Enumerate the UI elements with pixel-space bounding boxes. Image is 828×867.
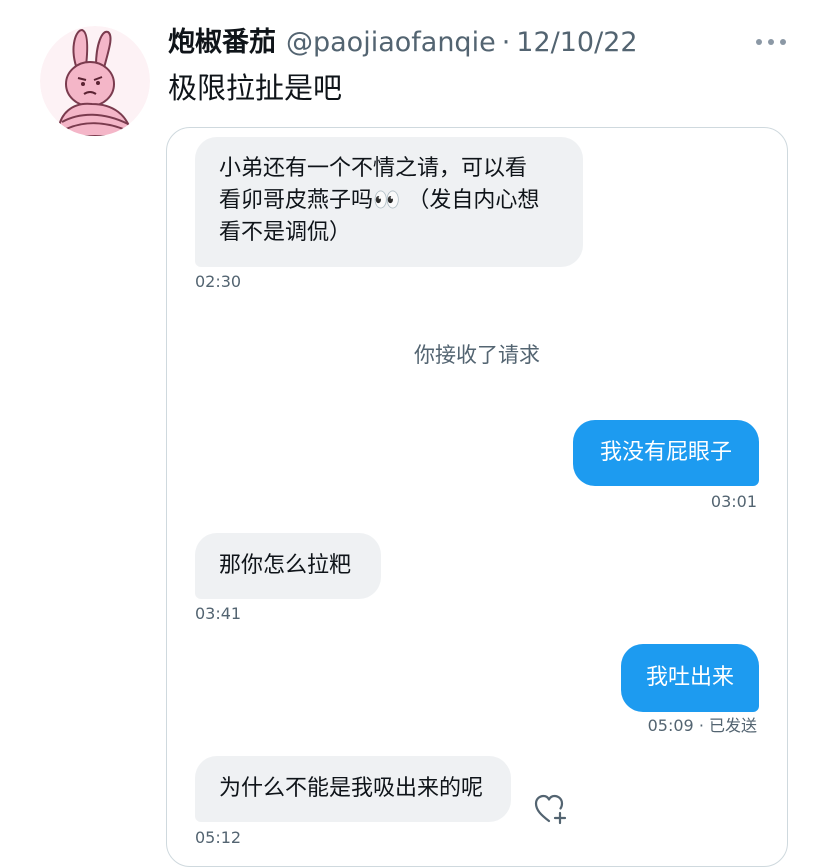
outgoing-message-bubble: 我吐出来	[621, 644, 759, 712]
display-name[interactable]: 炮椒番茄	[168, 26, 276, 60]
system-notice: 你接收了请求	[414, 343, 540, 367]
message-timestamp: 03:41	[195, 604, 242, 623]
pink-rabbit-avatar-icon	[40, 26, 150, 136]
message-text: 那你怎么拉粑	[219, 553, 352, 578]
message-timestamp: 03:01	[710, 492, 757, 511]
message-line: 看不是调侃）	[219, 220, 352, 245]
tweet-date[interactable]: 12/10/22	[516, 26, 637, 60]
tweet-header: 炮椒番茄 @paojiaofanqie · 12/10/22	[168, 26, 638, 60]
incoming-message-bubble: 为什么不能是我吸出来的呢	[195, 756, 511, 822]
message-text: 我没有屁眼子	[599, 440, 732, 465]
message-timestamp: 02:30	[195, 272, 242, 291]
media-chat-screenshot[interactable]: 小弟还有一个不情之请，可以看 看卯哥皮燕子吗👀 （发自内心想 看不是调侃） 02…	[166, 127, 788, 867]
user-handle[interactable]: @paojiaofanqie	[286, 26, 496, 60]
separator-dot: ·	[501, 27, 511, 58]
tweet-text: 极限拉扯是吧	[168, 71, 343, 105]
outgoing-message-bubble: 我没有屁眼子	[573, 420, 759, 486]
tweet-card: 炮椒番茄 @paojiaofanqie · 12/10/22 极限拉扯是吧 小弟…	[0, 0, 828, 867]
incoming-message-bubble: 小弟还有一个不情之请，可以看 看卯哥皮燕子吗👀 （发自内心想 看不是调侃）	[195, 137, 583, 267]
message-timestamp: 05:09 · 已发送	[647, 716, 757, 735]
incoming-message-bubble: 那你怎么拉粑	[195, 533, 381, 599]
message-line: 看卯哥皮燕子吗👀 （发自内心想	[219, 188, 540, 213]
message-text: 我吐出来	[645, 665, 734, 690]
heart-add-icon[interactable]	[533, 792, 569, 826]
message-line: 小弟还有一个不情之请，可以看	[219, 156, 528, 181]
more-dots-icon[interactable]	[756, 30, 786, 54]
avatar[interactable]	[40, 26, 150, 136]
message-timestamp: 05:12	[195, 828, 242, 847]
message-text: 为什么不能是我吸出来的呢	[219, 776, 484, 801]
